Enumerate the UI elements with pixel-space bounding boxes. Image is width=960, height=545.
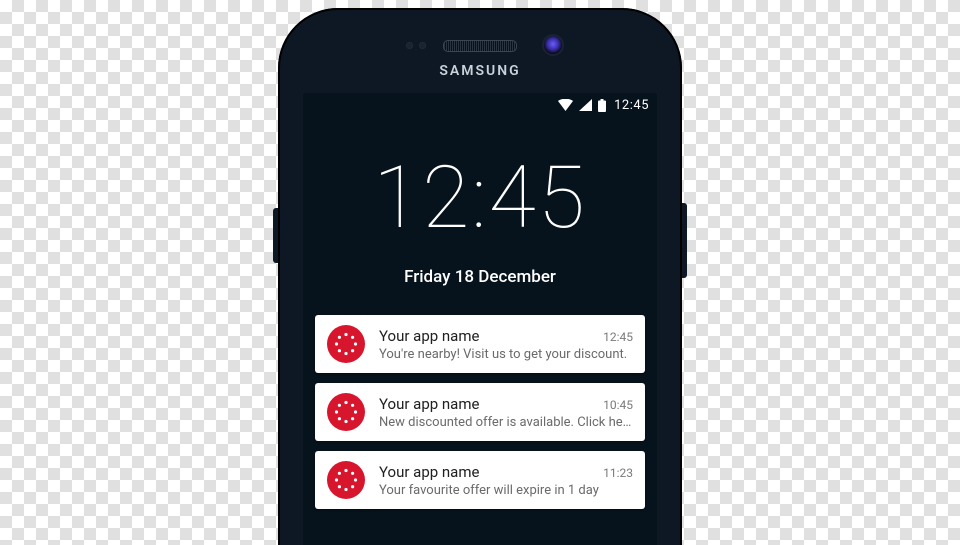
cellular-signal-icon bbox=[579, 99, 592, 111]
notification-message: New discounted offer is available. Click… bbox=[379, 415, 633, 430]
lock-screen-clock: 12:45 bbox=[303, 155, 657, 241]
notification-app-name: Your app name bbox=[379, 327, 479, 345]
earpiece-speaker bbox=[443, 40, 517, 52]
proximity-sensor bbox=[406, 42, 426, 49]
app-icon bbox=[327, 393, 365, 431]
wifi-icon bbox=[558, 99, 573, 111]
notification-body: Your app name 11:23 Your favourite offer… bbox=[379, 463, 633, 498]
front-camera bbox=[544, 36, 562, 54]
lock-screen[interactable]: 12:45 12:45 Friday 18 December bbox=[303, 93, 657, 545]
device-brand: SAMSUNG bbox=[278, 63, 682, 79]
notification-card[interactable]: Your app name 11:23 Your favourite offer… bbox=[315, 451, 645, 509]
notification-time: 12:45 bbox=[603, 330, 633, 344]
phone-frame: SAMSUNG bbox=[278, 8, 682, 545]
battery-icon bbox=[598, 99, 606, 112]
status-bar: 12:45 bbox=[303, 93, 657, 117]
notification-list: Your app name 12:45 You're nearby! Visit… bbox=[315, 315, 645, 509]
canvas: SAMSUNG bbox=[0, 0, 960, 545]
notification-message: You're nearby! Visit us to get your disc… bbox=[379, 347, 633, 362]
notification-app-name: Your app name bbox=[379, 395, 479, 413]
status-bar-time: 12:45 bbox=[614, 98, 649, 113]
notification-card[interactable]: Your app name 12:45 You're nearby! Visit… bbox=[315, 315, 645, 373]
app-icon bbox=[327, 461, 365, 499]
notification-message: Your favourite offer will expire in 1 da… bbox=[379, 483, 633, 498]
app-icon bbox=[327, 325, 365, 363]
notification-body: Your app name 10:45 New discounted offer… bbox=[379, 395, 633, 430]
volume-button bbox=[273, 208, 278, 263]
notification-app-name: Your app name bbox=[379, 463, 479, 481]
notification-time: 11:23 bbox=[603, 466, 633, 480]
lock-screen-date: Friday 18 December bbox=[303, 267, 657, 287]
notification-card[interactable]: Your app name 10:45 New discounted offer… bbox=[315, 383, 645, 441]
notification-body: Your app name 12:45 You're nearby! Visit… bbox=[379, 327, 633, 362]
notification-time: 10:45 bbox=[603, 398, 633, 412]
power-button bbox=[682, 203, 687, 278]
